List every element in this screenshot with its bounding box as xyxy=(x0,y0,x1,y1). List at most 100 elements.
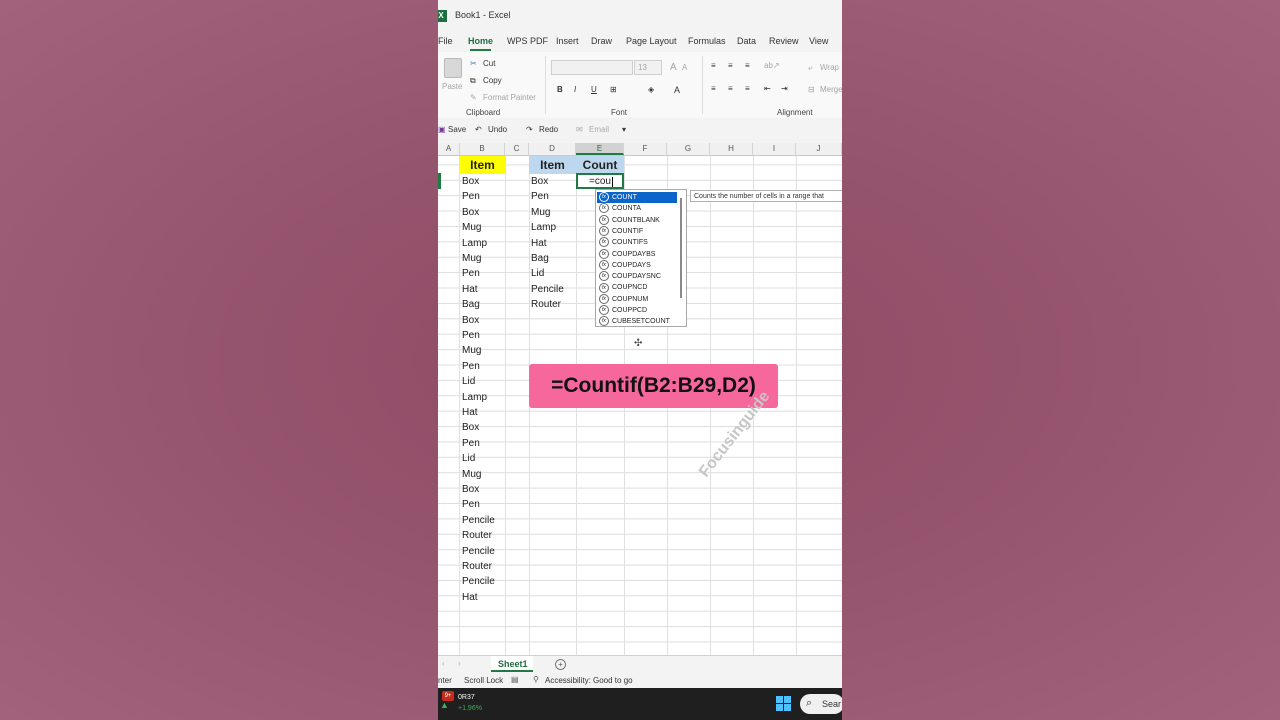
cell-b[interactable]: Mug xyxy=(462,469,481,480)
wrap-text-button[interactable]: Wrap xyxy=(820,63,839,72)
tab-view[interactable]: View xyxy=(809,36,828,46)
cell-b[interactable]: Box xyxy=(462,422,479,433)
cell-b[interactable]: Pencile xyxy=(462,515,495,526)
italic-button[interactable]: I xyxy=(574,85,576,94)
cell-b[interactable]: Mug xyxy=(462,345,481,356)
cell-b[interactable]: Hat xyxy=(462,407,478,418)
orientation-icon[interactable]: ab↗ xyxy=(764,61,780,70)
autocomplete-item[interactable]: fx COUPDAYBS xyxy=(597,248,677,260)
cell-b[interactable]: Pen xyxy=(462,268,480,279)
cell-b[interactable]: Lid xyxy=(462,453,475,464)
prev-sheet-icon[interactable]: ‹ xyxy=(442,659,445,668)
column-header-e[interactable]: E xyxy=(576,143,624,155)
column-header-c[interactable]: C xyxy=(505,143,529,155)
merge-button[interactable]: Merge xyxy=(820,85,842,94)
underline-button[interactable]: U xyxy=(591,85,597,94)
autocomplete-item[interactable]: fx COUNTA xyxy=(597,203,677,214)
autocomplete-item[interactable]: fx COUPPCD xyxy=(597,305,677,316)
column-header-j[interactable]: J xyxy=(796,143,842,155)
align-middle-icon[interactable]: ≡ xyxy=(728,61,733,70)
macro-record-icon[interactable]: ▤ xyxy=(511,675,519,684)
font-name-select[interactable] xyxy=(551,60,633,75)
align-right-icon[interactable]: ≡ xyxy=(745,84,750,93)
next-sheet-icon[interactable]: › xyxy=(458,659,461,668)
tab-review[interactable]: Review xyxy=(769,36,799,46)
tab-formulas[interactable]: Formulas xyxy=(688,36,726,46)
align-bottom-icon[interactable]: ≡ xyxy=(745,61,750,70)
tab-file[interactable]: File xyxy=(438,36,453,46)
redo-button[interactable]: Redo xyxy=(539,125,558,134)
cell-b[interactable]: Pen xyxy=(462,499,480,510)
column-header-a[interactable]: A xyxy=(438,143,460,155)
tab-home[interactable]: Home xyxy=(468,36,493,51)
cell-d[interactable]: Pen xyxy=(531,191,549,202)
increase-indent-icon[interactable]: ⇥ xyxy=(781,84,788,93)
tab-wps-pdf[interactable]: WPS PDF xyxy=(507,36,548,46)
tab-insert[interactable]: Insert xyxy=(556,36,579,46)
cell-b[interactable]: Hat xyxy=(462,592,478,603)
font-size-select[interactable]: 13 xyxy=(634,60,662,75)
cell-b[interactable]: Router xyxy=(462,561,492,572)
cell-d[interactable]: Bag xyxy=(531,253,549,264)
align-left-icon[interactable]: ≡ xyxy=(711,84,716,93)
column-header-d[interactable]: D xyxy=(529,143,576,155)
column-header-f[interactable]: F xyxy=(624,143,667,155)
cell-b[interactable]: Pen xyxy=(462,361,480,372)
cell-d[interactable]: Mug xyxy=(531,207,550,218)
tab-draw[interactable]: Draw xyxy=(591,36,612,46)
undo-button[interactable]: Undo xyxy=(488,125,507,134)
windows-start-icon[interactable] xyxy=(776,696,792,712)
save-button[interactable]: Save xyxy=(448,125,466,134)
align-top-icon[interactable]: ≡ xyxy=(711,61,716,70)
cell-b[interactable]: Pen xyxy=(462,330,480,341)
cell-b[interactable]: Box xyxy=(462,176,479,187)
autocomplete-scrollbar[interactable] xyxy=(680,198,682,298)
format-painter-button[interactable]: Format Painter xyxy=(483,93,536,102)
font-color-icon[interactable]: A xyxy=(674,85,680,95)
autocomplete-item[interactable]: fx COUNTIFS xyxy=(597,237,677,248)
taskbar-search-box[interactable]: ⌕ Sear xyxy=(800,694,842,714)
cell-b[interactable]: Pen xyxy=(462,191,480,202)
cell-b[interactable]: Hat xyxy=(462,284,478,295)
cell-b[interactable]: Pencile xyxy=(462,576,495,587)
autocomplete-item[interactable]: fx COUPNUM xyxy=(597,293,677,305)
grow-font-icon[interactable]: A xyxy=(670,62,677,73)
cell-b[interactable]: Router xyxy=(462,530,492,541)
paste-button[interactable]: Paste xyxy=(442,82,462,91)
add-sheet-icon[interactable]: + xyxy=(555,659,566,670)
cell-b[interactable]: Mug xyxy=(462,222,481,233)
copy-button[interactable]: Copy xyxy=(483,76,502,85)
bold-button[interactable]: B xyxy=(557,85,563,94)
cell-b[interactable]: Mug xyxy=(462,253,481,264)
shrink-font-icon[interactable]: A xyxy=(682,63,687,72)
cell-b[interactable]: Box xyxy=(462,315,479,326)
cell-d[interactable]: Router xyxy=(531,299,561,310)
align-center-icon[interactable]: ≡ xyxy=(728,84,733,93)
borders-icon[interactable]: ⊞ xyxy=(610,85,617,94)
customize-toolbar-icon[interactable]: ▾ xyxy=(622,125,626,134)
tab-page-layout[interactable]: Page Layout xyxy=(626,36,677,46)
cell-b[interactable]: Pencile xyxy=(462,546,495,557)
active-cell-e2[interactable]: =cou xyxy=(576,173,624,189)
cell-d[interactable]: Pencile xyxy=(531,284,564,295)
sheet-tab-sheet1[interactable]: Sheet1 xyxy=(491,656,533,672)
autocomplete-item[interactable]: fx COUNTBLANK xyxy=(597,214,677,226)
autocomplete-item[interactable]: fx COUPDAYSNC xyxy=(597,271,677,282)
status-accessibility[interactable]: Accessibility: Good to go xyxy=(545,676,633,685)
autocomplete-item[interactable]: fx CUBESETCOUNT xyxy=(597,316,677,327)
cell-b[interactable]: Box xyxy=(462,484,479,495)
column-header-g[interactable]: G xyxy=(667,143,710,155)
cell-d[interactable]: Lid xyxy=(531,268,544,279)
cell-b[interactable]: Bag xyxy=(462,299,480,310)
cell-d[interactable]: Box xyxy=(531,176,548,187)
cut-button[interactable]: Cut xyxy=(483,59,495,68)
email-button[interactable]: Email xyxy=(589,125,609,134)
decrease-indent-icon[interactable]: ⇤ xyxy=(764,84,771,93)
paste-icon[interactable] xyxy=(444,58,462,78)
autocomplete-item[interactable]: fx COUPNCD xyxy=(597,282,677,293)
autocomplete-item[interactable]: fx COUNT xyxy=(597,192,677,203)
autocomplete-item[interactable]: fx COUPDAYS xyxy=(597,259,677,271)
cell-d[interactable]: Hat xyxy=(531,238,547,249)
tab-data[interactable]: Data xyxy=(737,36,756,46)
cell-b[interactable]: Box xyxy=(462,207,479,218)
